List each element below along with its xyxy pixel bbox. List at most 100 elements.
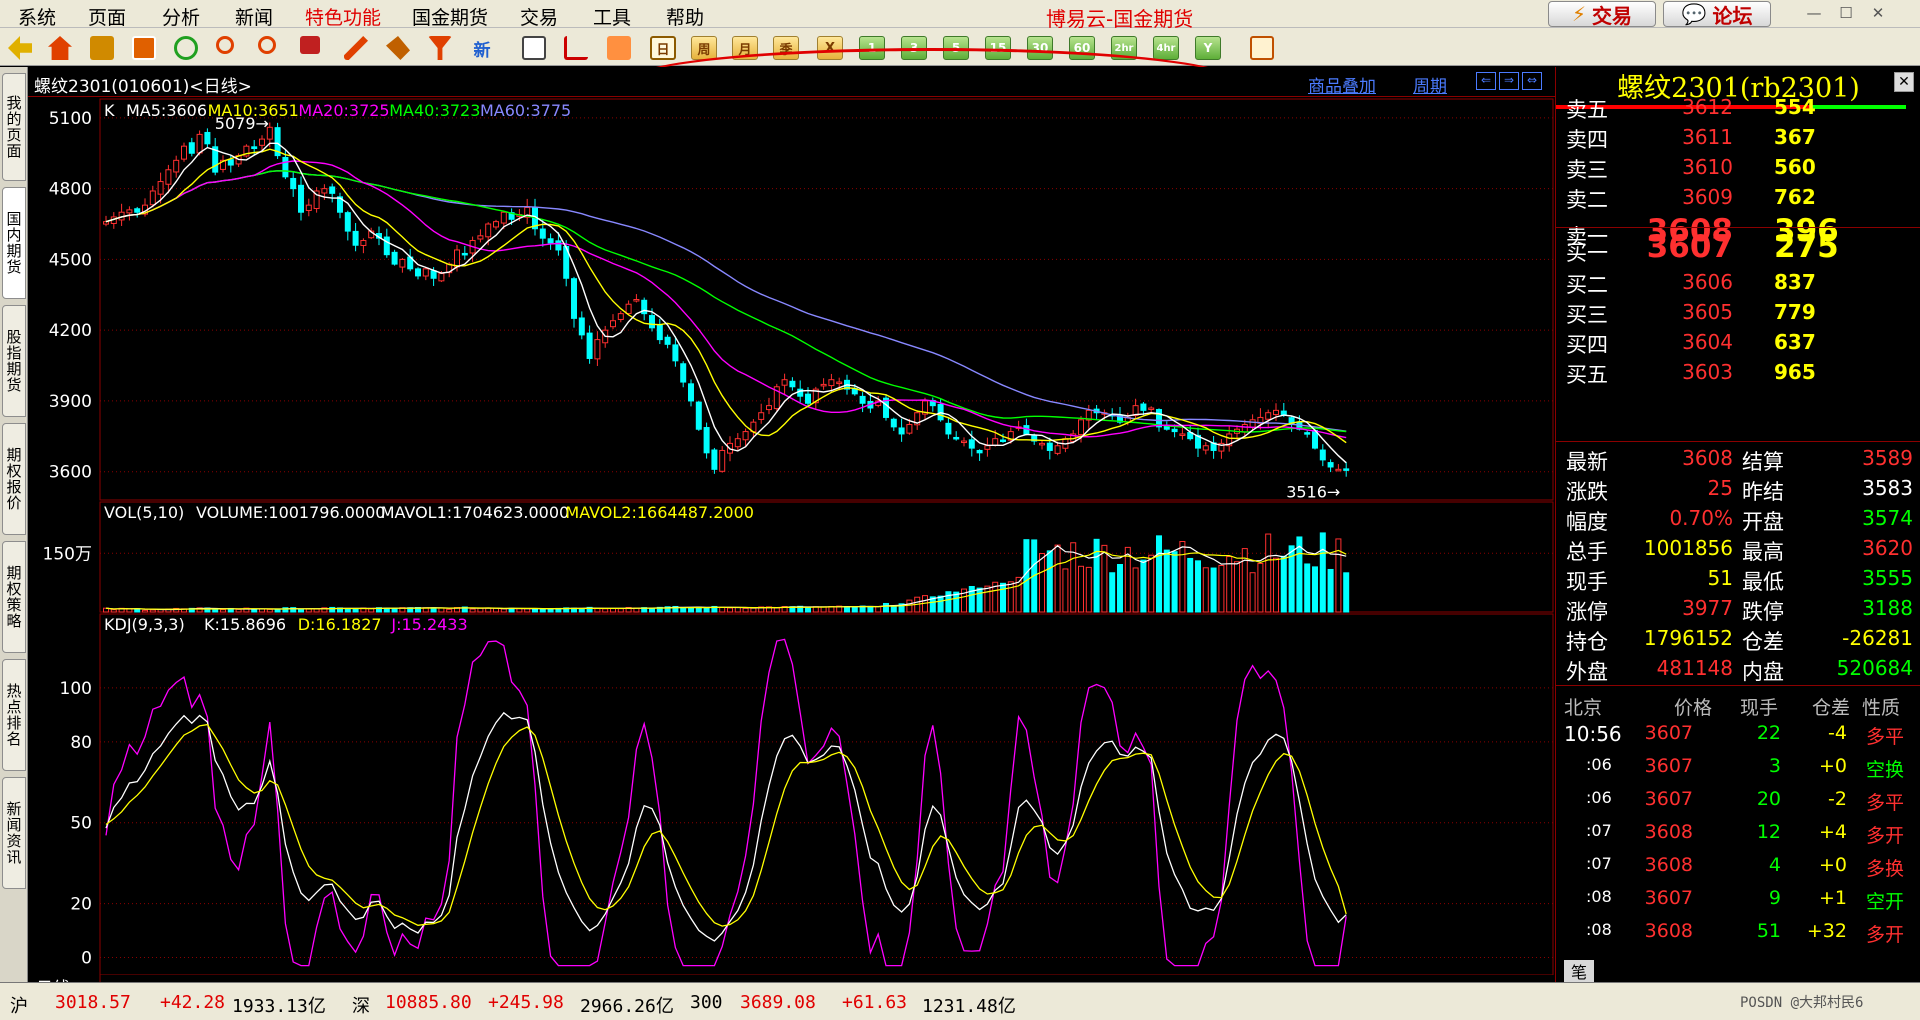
maximize-icon[interactable]: ☐	[1832, 2, 1860, 24]
side-tab-option-quotes[interactable]: 期权报价	[2, 423, 26, 535]
news-new-icon[interactable]: 新	[470, 36, 494, 61]
separator	[1556, 441, 1920, 442]
zoom-out-icon[interactable]	[258, 36, 276, 54]
candle-body	[594, 339, 601, 360]
windows-icon[interactable]	[300, 36, 320, 54]
ask-row-2[interactable]: 卖四 3611 367	[1556, 121, 1920, 152]
side-tab-option-strategy[interactable]: 期权策略	[2, 541, 26, 653]
trade-header-cell: 价格	[1674, 697, 1713, 719]
menu-news[interactable]: 新闻	[235, 3, 273, 30]
calendar-icon[interactable]	[1250, 36, 1274, 60]
status-item: +245.98	[488, 992, 564, 1013]
volume-bar	[1054, 544, 1061, 613]
bid-volume: 779	[1774, 300, 1816, 324]
period-4hr-button[interactable]: 4hr	[1153, 36, 1179, 60]
bid-row-4[interactable]: 买四 3604 637	[1556, 326, 1920, 357]
panel-close-icon[interactable]: ✕	[1894, 72, 1914, 92]
volume-legend-mavol2: MAVOL2:1664487.2000	[565, 503, 754, 522]
trade-row[interactable]: :07 3608 4 +0 多换	[1556, 849, 1920, 882]
side-tab-domestic-futures[interactable]: 国内期货	[2, 187, 26, 299]
bid-label: 买四	[1566, 333, 1608, 357]
trade-time: :06	[1586, 788, 1612, 807]
trade-header-cell: 现手	[1740, 697, 1779, 719]
trade-oi-change: +0	[1818, 755, 1847, 777]
volume-bar	[773, 607, 780, 613]
forum-button[interactable]: 💬 论坛	[1663, 1, 1771, 28]
trade-row[interactable]: 10:56 3607 22 -4 多平	[1556, 717, 1920, 750]
filter-icon[interactable]	[428, 36, 452, 60]
zoom-in-icon[interactable]	[216, 36, 234, 54]
side-tab-index-futures[interactable]: 股指期货	[2, 305, 26, 417]
volume-bar	[1210, 567, 1217, 613]
shrink-icon[interactable]: ⇔	[1522, 72, 1542, 90]
candle-body	[664, 336, 671, 345]
volume-bar	[1280, 555, 1287, 613]
trade-row[interactable]: :08 3607 9 +1 空开	[1556, 882, 1920, 915]
side-tab-news[interactable]: 新闻资讯	[2, 777, 26, 889]
cycle-link[interactable]: 周期	[1413, 72, 1447, 97]
menu-analysis[interactable]: 分析	[162, 3, 200, 30]
tick-tab[interactable]: 笔	[1564, 960, 1594, 982]
candle-body	[1179, 433, 1186, 436]
home-icon[interactable]	[48, 36, 72, 60]
candle-body	[625, 303, 632, 314]
bid-row-2[interactable]: 买二 3606 837	[1556, 266, 1920, 297]
info-label: 仓差	[1742, 630, 1784, 654]
menu-broker[interactable]: 国金期货	[412, 3, 488, 30]
menu-help[interactable]: 帮助	[666, 3, 704, 30]
ask-volume: 367	[1774, 125, 1816, 149]
info-label: 开盘	[1742, 510, 1784, 534]
menu-tools[interactable]: 工具	[593, 3, 631, 30]
trade-row[interactable]: :06 3607 3 +0 空换	[1556, 750, 1920, 783]
table-icon[interactable]	[522, 36, 546, 60]
menu-trade[interactable]: 交易	[520, 3, 558, 30]
scroll-right-icon[interactable]: ⇒	[1499, 72, 1519, 90]
notebook-icon[interactable]	[90, 36, 114, 60]
bid-row-1[interactable]: 买一 3607 275	[1556, 229, 1920, 265]
volume-bar	[1101, 544, 1108, 613]
trade-row[interactable]: :07 3608 12 +4 多开	[1556, 816, 1920, 849]
candle-body	[680, 363, 687, 383]
ask-row-1[interactable]: 卖五 3612 554	[1556, 91, 1920, 122]
volume-bar	[259, 608, 265, 613]
side-tab-hot-ranking[interactable]: 热点排名	[2, 659, 26, 771]
period-year-button[interactable]: Y	[1195, 36, 1221, 60]
pencil-icon[interactable]	[344, 36, 368, 60]
chart-area[interactable]: 5100 4800 4500 4200 3900 3600 K MA5:3606 MA10:36…	[28, 97, 1555, 982]
volume-bar	[149, 609, 156, 613]
paint-icon[interactable]	[386, 36, 410, 60]
refresh-icon[interactable]	[174, 36, 198, 60]
price-legend-ma20: MA20:3725	[298, 101, 389, 120]
tick-icon[interactable]	[607, 36, 631, 60]
close-icon[interactable]: ✕	[1864, 2, 1892, 24]
back-arrow-icon[interactable]	[8, 36, 32, 60]
trade-row[interactable]: :06 3607 20 -2 多平	[1556, 783, 1920, 816]
screen-icon[interactable]	[132, 36, 156, 60]
candle-body	[898, 427, 905, 435]
side-tab-my-pages[interactable]: 我的页面	[2, 73, 26, 181]
volume-bar	[984, 585, 991, 613]
ask-row-4[interactable]: 卖二 3609 762	[1556, 181, 1920, 212]
bid-row-3[interactable]: 买三 3605 779	[1556, 296, 1920, 327]
scroll-left-icon[interactable]: ⇐	[1476, 72, 1496, 90]
info-label: 涨跌	[1566, 480, 1608, 504]
minimize-icon[interactable]: —	[1800, 2, 1828, 24]
overlay-link[interactable]: 商品叠加	[1308, 72, 1376, 97]
candle-body	[953, 436, 960, 440]
menu-special[interactable]: 特色功能	[305, 3, 381, 30]
chart-svg: 510048004500420039003600K MA5:3606 MA10:36…	[28, 98, 1555, 982]
ask-row-3[interactable]: 卖三 3610 560	[1556, 151, 1920, 182]
menu-system[interactable]: 系统	[18, 3, 56, 30]
period-day-button[interactable]: 日	[650, 36, 676, 60]
trade-price: 3607	[1644, 788, 1693, 810]
trade-button[interactable]: ⚡ 交易	[1548, 1, 1656, 28]
bid-row-5[interactable]: 买五 3603 965	[1556, 356, 1920, 387]
volume-bar	[500, 608, 507, 613]
trade-row[interactable]: :08 3608 51 +32 多开	[1556, 915, 1920, 948]
volume-bar	[805, 606, 811, 613]
period-week-button[interactable]: 周	[691, 36, 717, 60]
menu-page[interactable]: 页面	[88, 3, 126, 30]
line-chart-icon[interactable]	[564, 36, 588, 60]
kdj-legend-j: J:15.2433	[390, 615, 467, 634]
candle-body	[1241, 424, 1248, 433]
